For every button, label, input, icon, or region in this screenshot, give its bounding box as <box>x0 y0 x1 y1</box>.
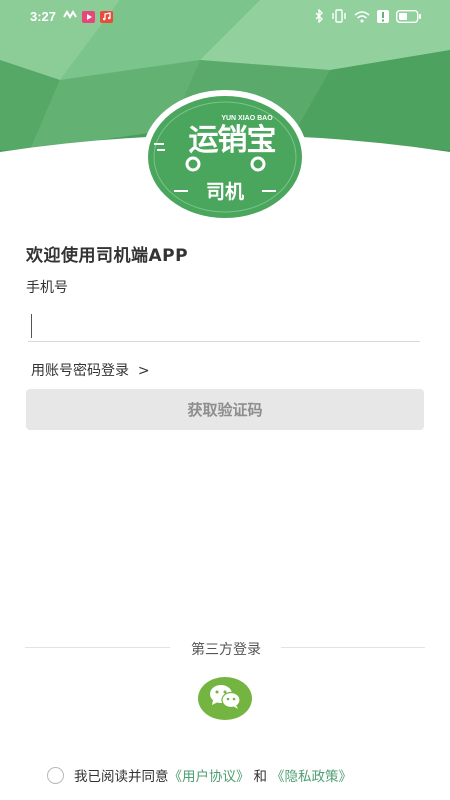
status-right-icons <box>314 8 422 26</box>
app-logo: 运销宝 YUN XIAO BAO 司机 <box>140 88 310 226</box>
brand-pinyin: YUN XIAO BAO <box>221 115 273 122</box>
welcome-title: 欢迎使用司机端APP <box>26 246 189 266</box>
video-app-icon <box>82 10 95 23</box>
get-verification-code-button[interactable]: 获取验证码 <box>26 389 424 430</box>
agree-checkbox[interactable] <box>47 766 64 784</box>
wechat-login-button[interactable] <box>198 677 252 720</box>
signal-wave-icon <box>63 9 77 24</box>
text-cursor <box>31 314 32 338</box>
status-left-icons <box>63 9 113 24</box>
status-time: 3:27 <box>30 9 57 24</box>
brand-name: 运销宝 <box>189 123 276 158</box>
vibrate-icon <box>331 9 347 26</box>
phone-input[interactable] <box>28 312 420 342</box>
role-label: 司机 <box>206 181 244 203</box>
wifi-icon <box>354 10 370 26</box>
music-app-icon <box>100 10 113 23</box>
agreement-prefix: 我已阅读并同意 <box>74 769 169 785</box>
divider-left <box>25 647 170 648</box>
third-party-login-label: 第三方登录 <box>191 642 261 658</box>
privacy-policy-link[interactable]: 《隐私政策》 <box>271 765 352 785</box>
status-bar: 3:27 <box>0 0 450 34</box>
user-agreement-link[interactable]: 《用户协议》 <box>169 765 250 785</box>
agreement-row: 我已阅读并同意 《用户协议》 和 《隐私政策》 <box>47 765 352 785</box>
agreement-conjunction: 和 <box>253 769 268 785</box>
bluetooth-icon <box>314 8 324 26</box>
alert-icon <box>377 9 389 26</box>
phone-label: 手机号 <box>26 280 68 296</box>
divider-right <box>281 647 425 648</box>
account-password-login-link[interactable]: 用账号密码登录 > <box>31 360 150 380</box>
battery-icon <box>395 9 422 26</box>
wechat-icon <box>208 683 242 715</box>
